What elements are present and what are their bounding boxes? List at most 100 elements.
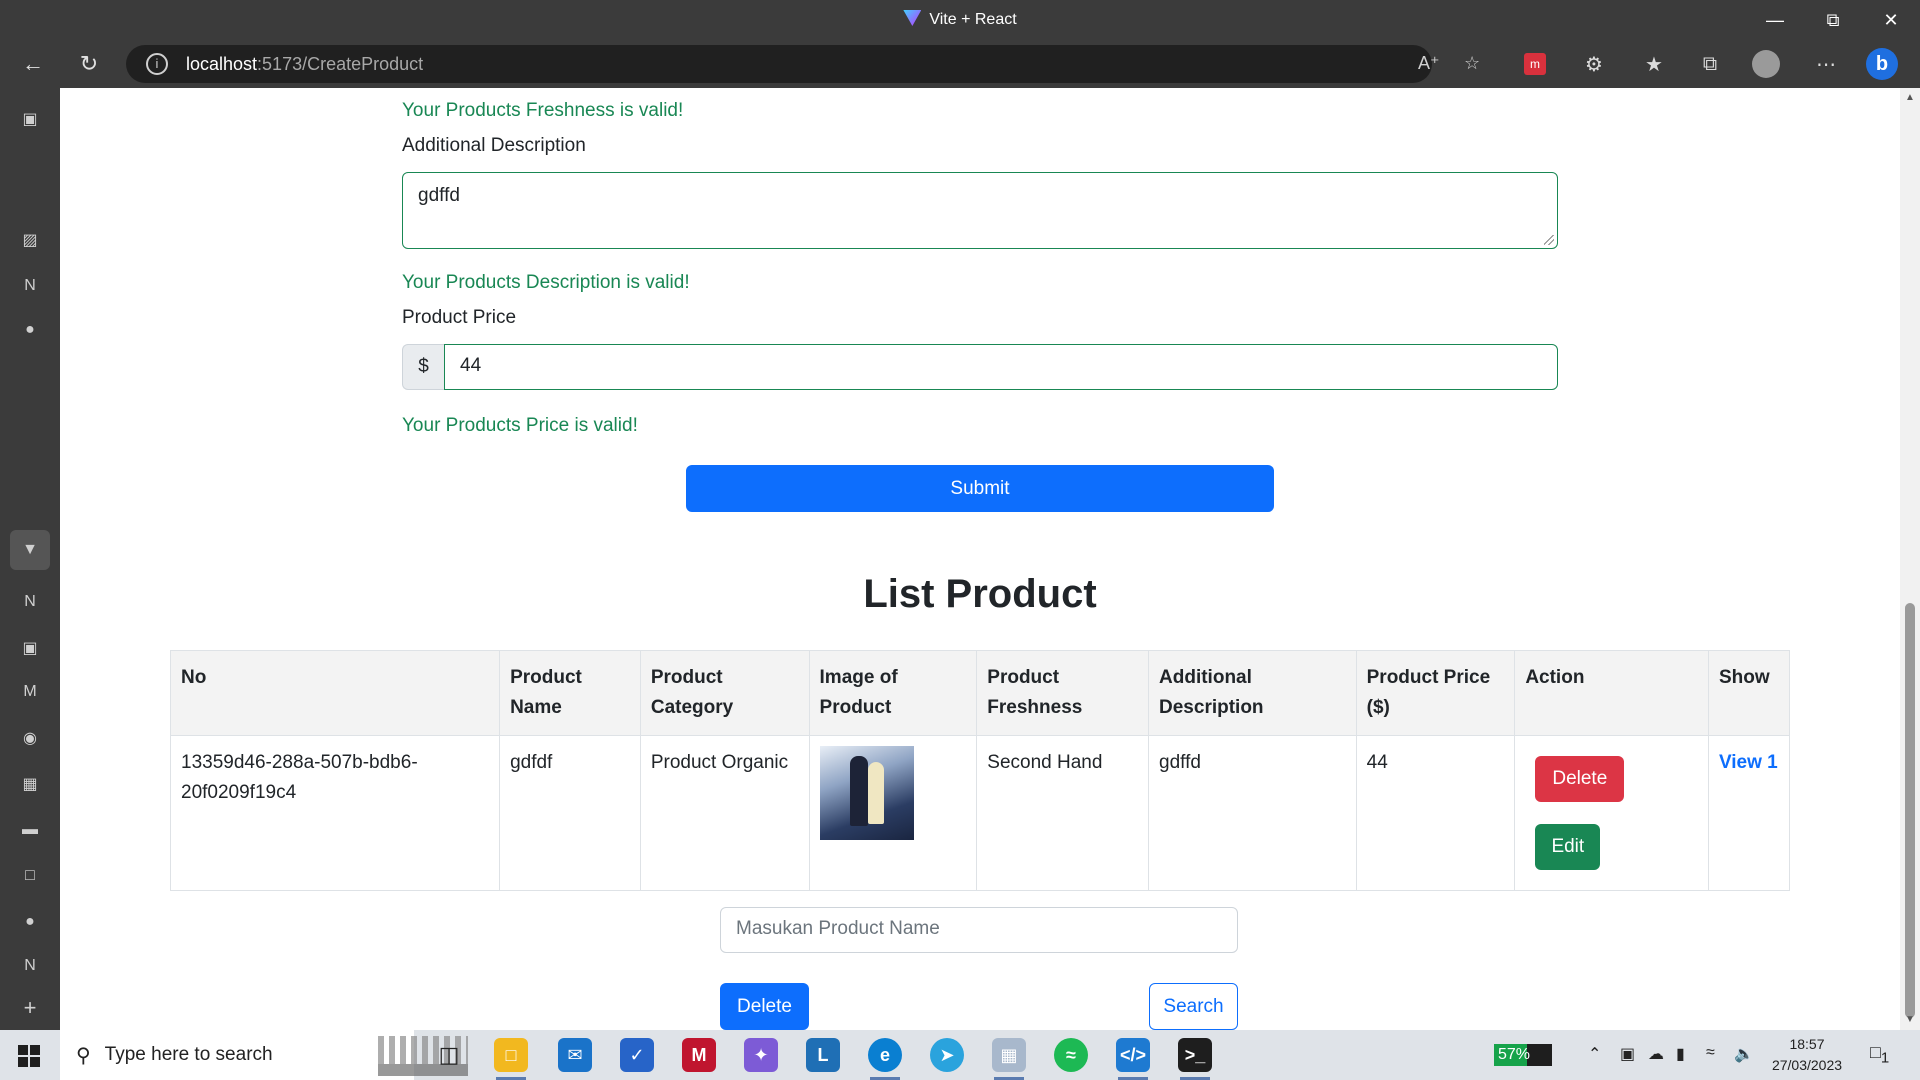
scroll-thumb[interactable] [1905, 603, 1915, 1018]
sidebar-square-icon[interactable]: □ [18, 864, 42, 888]
price-valid-message: Your Products Price is valid! [402, 415, 638, 436]
clock[interactable]: 18:57 27/03/2023 [1762, 1034, 1852, 1076]
l-app-icon[interactable]: L [806, 1038, 840, 1072]
description-label: Additional Description [402, 135, 586, 156]
copilot-app-icon[interactable]: ✦ [744, 1038, 778, 1072]
cell-no: 13359d46-288a-507b-bdb6-20f0209f19c4 [169, 735, 501, 891]
taskbar-search[interactable]: ⚲ Type here to search [60, 1030, 468, 1080]
title-bar: Vite + React — ⧉ ✕ [0, 0, 1920, 40]
add-icon[interactable]: + [18, 995, 42, 1020]
photos-icon[interactable]: ▦ [992, 1038, 1026, 1080]
cell-name: gdfdf [499, 735, 641, 891]
sidebar-box-icon[interactable]: ▬ [18, 818, 42, 842]
view-link[interactable]: View 1 [1719, 748, 1779, 778]
sidebar-n-icon[interactable]: N [18, 954, 42, 978]
onedrive-icon[interactable]: ☁ [1648, 1044, 1664, 1064]
task-view-icon[interactable]: ◫ [432, 1038, 466, 1072]
sidebar-grid-icon[interactable]: ▦ [18, 772, 42, 796]
file-explorer-icon[interactable]: □ [494, 1038, 528, 1080]
show-hidden-icons-icon[interactable]: ⌃ [1588, 1044, 1601, 1064]
column-header: Image of Product [808, 650, 978, 736]
restore-icon[interactable]: ⧉ [1804, 0, 1862, 40]
vite-tab-icon[interactable]: ▼ [10, 530, 50, 570]
notification-center-icon[interactable]: □1 [1870, 1042, 1898, 1068]
window-title-text: Vite + React [929, 11, 1017, 28]
battery-percent: 57% [1498, 1046, 1531, 1063]
submit-button[interactable]: Submit [686, 465, 1274, 512]
cell-freshness: Second Hand [976, 735, 1150, 891]
tab-actions-icon[interactable]: ▣ [18, 107, 42, 131]
gmail-icon[interactable]: M [18, 680, 42, 704]
row-edit-button[interactable]: Edit [1535, 824, 1601, 870]
refresh-icon[interactable]: ↻ [72, 48, 106, 80]
vscode-icon[interactable]: </> [1116, 1038, 1150, 1080]
column-header: Product Category [639, 650, 810, 736]
mail-icon[interactable]: ✉ [558, 1038, 592, 1072]
terminal-icon[interactable]: >_ [1178, 1038, 1212, 1080]
read-aloud-icon[interactable]: A⁺ [1418, 53, 1440, 74]
cell-description: gdffd [1148, 735, 1357, 891]
scroll-down-icon[interactable]: ▼ [1905, 1014, 1915, 1025]
windows-start-icon[interactable] [18, 1045, 40, 1067]
spotify-icon[interactable]: ≈ [1054, 1038, 1088, 1072]
close-icon[interactable]: ✕ [1862, 0, 1920, 40]
extensions-icon[interactable]: ⚙ [1578, 49, 1610, 79]
site-info-icon[interactable]: i [146, 53, 168, 75]
sidebar-blue-icon[interactable]: ● [18, 910, 42, 934]
price-input[interactable]: 44 [444, 344, 1558, 390]
delete-button[interactable]: Delete [720, 983, 809, 1030]
scroll-up-icon[interactable]: ▲ [1905, 92, 1915, 103]
extension-red-icon[interactable]: m [1524, 53, 1546, 75]
todo-icon[interactable]: ✓ [620, 1038, 654, 1072]
bing-chat-icon[interactable]: b [1866, 48, 1898, 80]
favorites-icon[interactable]: ★ [1638, 49, 1670, 79]
sidebar-app-icon[interactable]: ▨ [18, 228, 42, 252]
description-textarea[interactable]: gdffd [402, 172, 1558, 249]
url-host: localhost [186, 54, 258, 74]
meet-now-icon[interactable]: ▣ [1620, 1044, 1635, 1064]
url-text[interactable]: localhost:5173/CreateProduct [186, 54, 423, 75]
clock-time: 18:57 [1789, 1036, 1825, 1052]
cell-show: View 1 [1707, 735, 1791, 891]
back-icon[interactable]: ← [16, 48, 50, 80]
volume-muted-icon[interactable]: 🔈 [1734, 1044, 1754, 1064]
battery-icon[interactable]: ▮ [1676, 1044, 1685, 1064]
search-icon: ⚲ [76, 1044, 91, 1067]
edge-icon[interactable]: e [868, 1038, 902, 1080]
table-row: 13359d46-288a-507b-bdb6-20f0209f19c4 gdf… [169, 735, 1791, 891]
more-options-icon[interactable]: ⋯ [1810, 49, 1842, 79]
calendar-icon[interactable]: ▣ [18, 636, 42, 660]
cell-category: Product Organic [639, 735, 810, 891]
taskbar-search-text: Type here to search [104, 1044, 273, 1065]
description-value: gdffd [418, 185, 460, 206]
collections-icon[interactable]: ⧉ [1694, 49, 1726, 79]
wifi-icon[interactable]: ≈ [1706, 1044, 1715, 1062]
browser-toolbar: ← ↻ i localhost:5173/CreateProduct A⁺ ☆ … [0, 40, 1920, 88]
row-delete-button[interactable]: Delete [1535, 756, 1625, 802]
profile-avatar-icon[interactable] [1752, 50, 1780, 78]
window-title: Vite + React [0, 10, 1920, 29]
price-label: Product Price [402, 307, 517, 328]
vite-logo-icon [903, 10, 922, 26]
telegram-icon[interactable]: ➤ [930, 1038, 964, 1072]
notion-tab-icon[interactable]: N [18, 590, 42, 614]
notion-icon[interactable]: N [18, 274, 42, 298]
address-bar[interactable]: i localhost:5173/CreateProduct A⁺ ☆ [126, 45, 1480, 83]
sidebar-circle-icon[interactable]: ◉ [18, 726, 42, 750]
column-header: Additional Description [1148, 650, 1357, 736]
battery-indicator[interactable]: 57% [1494, 1044, 1552, 1066]
url-path: :5173/CreateProduct [257, 54, 424, 74]
resize-handle-icon[interactable] [1544, 235, 1554, 245]
product-name-search-input[interactable]: Masukan Product Name [720, 907, 1238, 953]
search-button[interactable]: Search [1149, 983, 1238, 1030]
sidebar-dot-icon[interactable]: ● [18, 318, 42, 342]
page-scrollbar[interactable]: ▲ ▼ [1900, 88, 1920, 1030]
add-favorite-icon[interactable]: ☆ [1464, 53, 1480, 74]
page-content: Your Products Freshness is valid! Additi… [60, 88, 1900, 1030]
freshness-valid-message: Your Products Freshness is valid! [402, 100, 684, 121]
notification-count: 1 [1880, 1049, 1890, 1067]
minimize-icon[interactable]: — [1746, 0, 1804, 40]
mcafee-icon[interactable]: M [682, 1038, 716, 1072]
window-controls: — ⧉ ✕ [1746, 0, 1920, 40]
price-input-group: $ 44 [402, 344, 1558, 390]
